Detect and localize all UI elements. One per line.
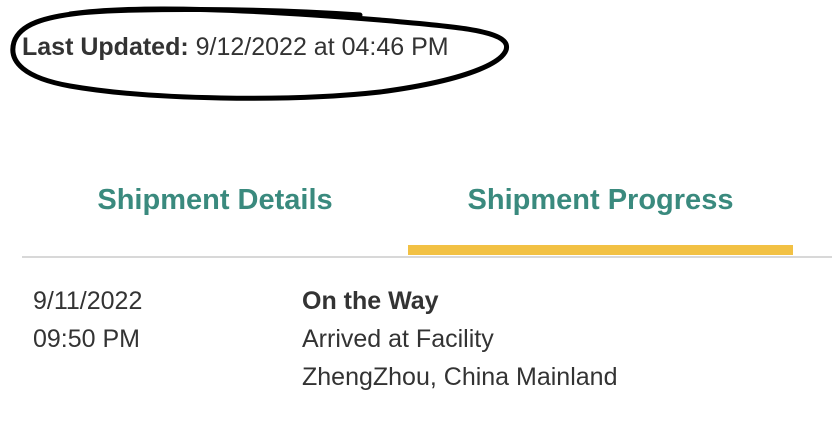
event-status: On the Way [302, 287, 439, 315]
event-datetime: 9/11/2022 09:50 PM [33, 282, 142, 358]
tab-shipment-details[interactable]: Shipment Details [60, 178, 370, 222]
tabs-divider [22, 256, 832, 258]
event-time: 09:50 PM [33, 325, 141, 353]
event-location: ZhengZhou, China Mainland [302, 363, 618, 391]
event-date: 9/11/2022 [33, 287, 143, 315]
last-updated-value: 9/12/2022 at 04:46 PM [195, 33, 449, 61]
last-updated-label: Last Updated: [22, 33, 189, 61]
event-description: Arrived at Facility [302, 325, 494, 353]
event-details: On the Way Arrived at Facility ZhengZhou… [302, 282, 617, 396]
tab-shipment-progress[interactable]: Shipment Progress [408, 178, 793, 222]
last-updated: Last Updated: 9/12/2022 at 04:46 PM [22, 31, 449, 63]
active-tab-indicator [408, 245, 793, 255]
